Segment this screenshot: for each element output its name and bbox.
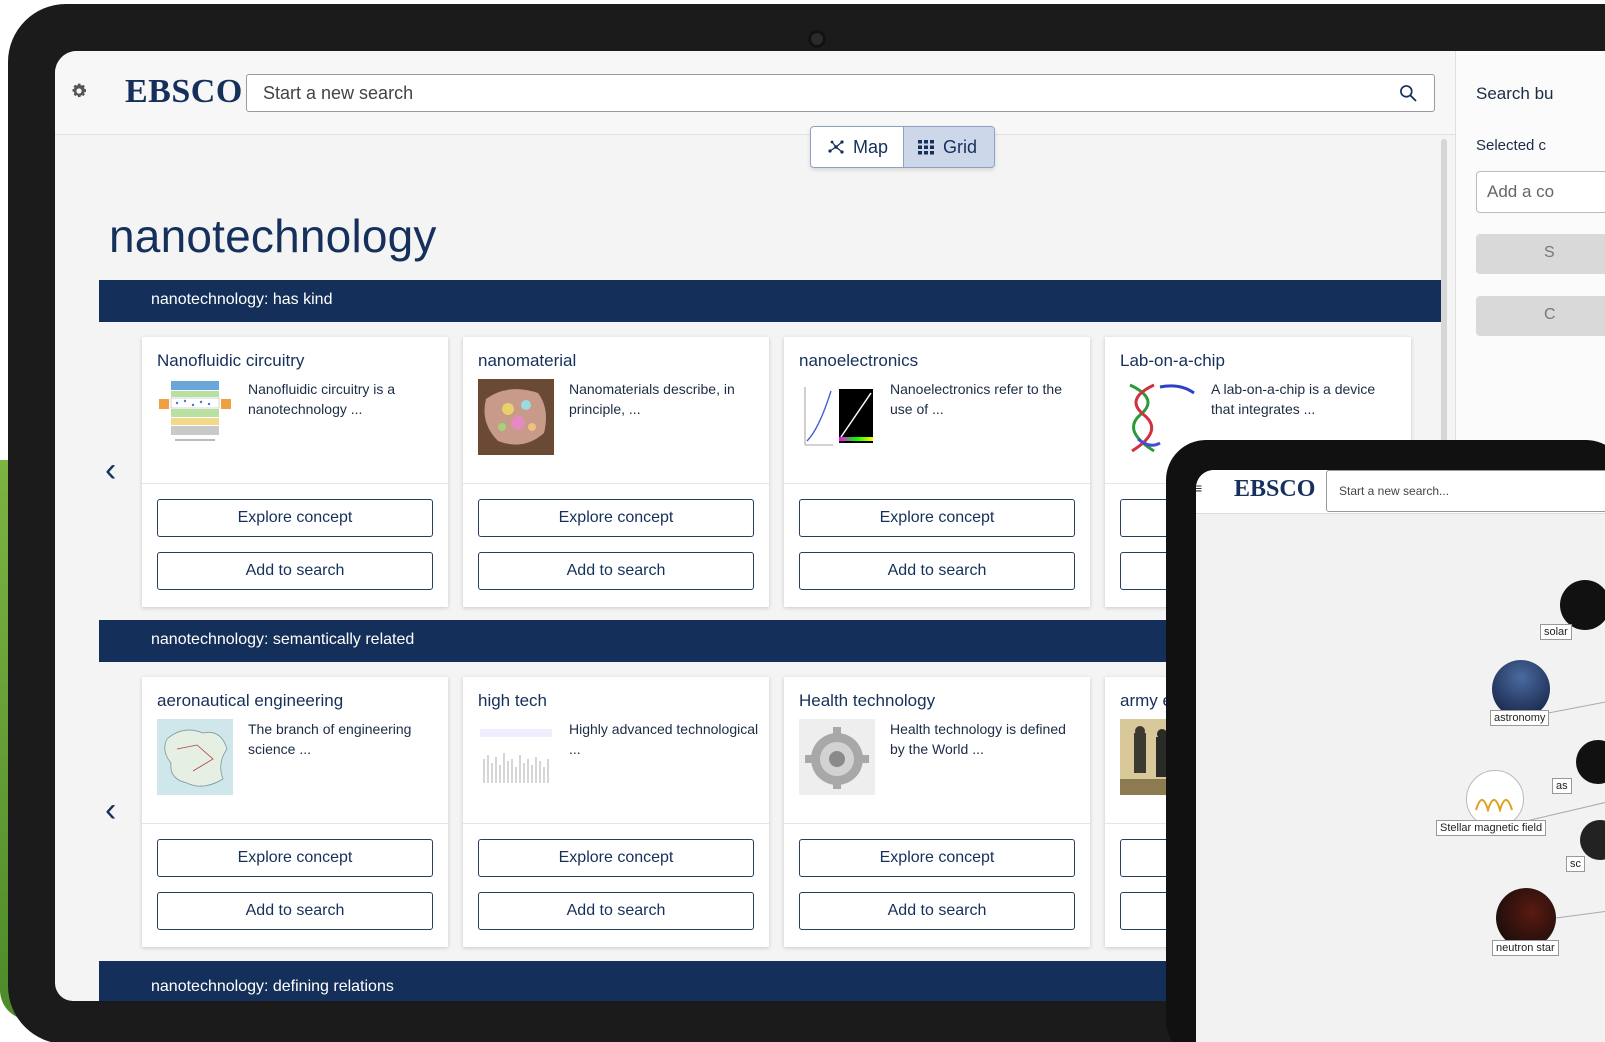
concept-card: Health technology Health technology is d…: [784, 677, 1090, 947]
marketing-composite: EBSCO Search bu Selected c S C: [0, 0, 1605, 1042]
view-toggle[interactable]: Map Grid: [810, 126, 995, 168]
node-thumbnail: [1496, 888, 1556, 948]
node-label: solar: [1540, 624, 1572, 640]
aeronautical-map-thumbnail: [157, 719, 233, 795]
add-concept-field[interactable]: [1476, 171, 1605, 213]
map-network-icon: [828, 140, 844, 154]
add-to-search-button[interactable]: Add to search: [799, 552, 1075, 590]
high-tech-chart-thumbnail: [478, 719, 554, 795]
explore-concept-button[interactable]: Explore concept: [478, 839, 754, 877]
panel-secondary-button-label: C: [1544, 306, 1556, 323]
node-label: neutron star: [1492, 940, 1559, 956]
add-to-search-button[interactable]: Add to search: [157, 892, 433, 930]
page-title: nanotechnology: [109, 210, 437, 262]
section-label: nanotechnology: semantically related: [151, 631, 415, 648]
node-label: sc: [1566, 856, 1585, 872]
carousel-prev-icon[interactable]: ‹: [105, 793, 125, 827]
panel-title: Search bu: [1476, 84, 1554, 103]
card-description: Health technology is defined by the Worl…: [890, 721, 1066, 757]
concept-map-edges: [1495, 701, 1605, 923]
panel-secondary-button[interactable]: C: [1476, 296, 1605, 336]
card-divider: [784, 483, 1090, 484]
section-header-has-kind: nanotechnology: has kind: [99, 280, 1441, 322]
card-description: Highly advanced technological ...: [569, 721, 759, 757]
card-title[interactable]: high tech: [478, 691, 547, 711]
tablet-frame: ≡ EBSCO solar astronomy: [1166, 440, 1605, 1042]
concept-card: Nanofluidic circuitry Nanofluidic circui…: [142, 337, 448, 607]
card-description: Nanoelectronics refer to the use of ...: [890, 381, 1062, 417]
nanomaterial-thumbnail: [478, 379, 554, 455]
add-concept-input[interactable]: [1487, 182, 1605, 202]
explore-concept-button[interactable]: Explore concept: [478, 499, 754, 537]
nanofluidic-diagram-thumbnail: [159, 381, 231, 441]
magnetic-field-wave-icon: [1475, 799, 1513, 812]
card-description: A lab-on-a-chip is a device that integra…: [1211, 381, 1376, 417]
add-to-search-button[interactable]: Add to search: [478, 892, 754, 930]
grid-view-label: Grid: [943, 136, 978, 157]
search-icon[interactable]: [1398, 83, 1418, 103]
card-title[interactable]: nanoelectronics: [799, 351, 918, 371]
panel-primary-button-label: S: [1544, 244, 1555, 261]
card-divider: [142, 823, 448, 824]
add-to-search-button[interactable]: Add to search: [478, 552, 754, 590]
card-title[interactable]: nanomaterial: [478, 351, 576, 371]
search-box[interactable]: [246, 74, 1435, 112]
nanoelectronics-plot-thumbnail: [799, 379, 875, 455]
map-view-label: Map: [853, 136, 889, 157]
carousel-prev-icon[interactable]: ‹: [105, 453, 125, 487]
node-label: Stellar magnetic field: [1436, 820, 1547, 836]
explore-concept-button[interactable]: Explore concept: [799, 499, 1075, 537]
card-title[interactable]: aeronautical engineering: [157, 691, 343, 711]
health-technology-gear-thumbnail: [799, 719, 875, 795]
card-description: Nanomaterials describe, in principle, ..…: [569, 381, 735, 417]
section-label: nanotechnology: defining relations: [151, 978, 394, 995]
grid-icon: [918, 139, 934, 154]
add-to-search-button[interactable]: Add to search: [799, 892, 1075, 930]
card-description: The branch of engineering science ...: [248, 721, 412, 757]
search-input[interactable]: [263, 83, 1363, 104]
top-bar: EBSCO: [55, 51, 1455, 135]
selected-concepts-label: Selected c: [1476, 137, 1547, 154]
panel-primary-button[interactable]: S: [1476, 234, 1605, 274]
concept-card: high tech Highly advanced technological …: [463, 677, 769, 947]
camera-dot: [808, 30, 826, 48]
settings-gear-icon[interactable]: [70, 82, 88, 100]
card-divider: [463, 483, 769, 484]
ebsco-logo[interactable]: EBSCO: [125, 73, 243, 111]
concept-card: nanoelectronics Nanoelectronics refer to…: [784, 337, 1090, 607]
node-label: as: [1552, 778, 1572, 794]
concept-card: aeronautical engineering The branch of e…: [142, 677, 448, 947]
card-title[interactable]: Health technology: [799, 691, 935, 711]
grid-view-button[interactable]: Grid: [903, 127, 994, 167]
card-divider: [463, 823, 769, 824]
add-to-search-button[interactable]: Add to search: [157, 552, 433, 590]
explore-concept-button[interactable]: Explore concept: [157, 499, 433, 537]
node-thumbnail: [1560, 580, 1605, 630]
explore-concept-button[interactable]: Explore concept: [157, 839, 433, 877]
map-view-button[interactable]: Map: [811, 127, 903, 167]
tablet-screen: ≡ EBSCO solar astronomy: [1196, 470, 1605, 1042]
concept-card: nanomaterial Nanomaterials describe, in …: [463, 337, 769, 607]
dna-helix-thumbnail: [1129, 383, 1195, 453]
card-title[interactable]: Nanofluidic circuitry: [157, 351, 304, 371]
card-description: Nanofluidic circuitry is a nanotechnolog…: [248, 381, 396, 417]
node-label: astronomy: [1490, 710, 1550, 726]
card-title[interactable]: Lab-on-a-chip: [1120, 351, 1225, 371]
card-divider: [142, 483, 448, 484]
section-label: nanotechnology: has kind: [151, 291, 333, 308]
card-divider: [784, 823, 1090, 824]
explore-concept-button[interactable]: Explore concept: [799, 839, 1075, 877]
